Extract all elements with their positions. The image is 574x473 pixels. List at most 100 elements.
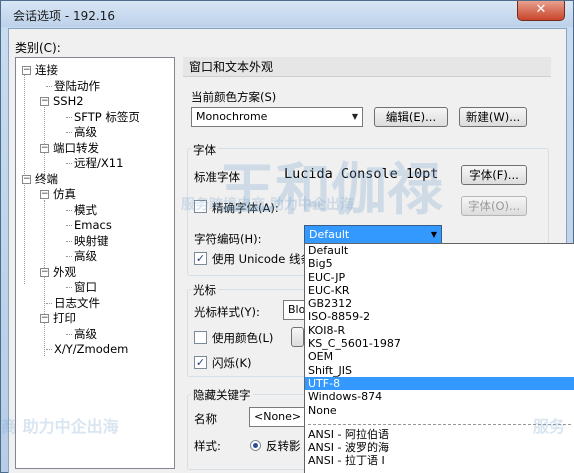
encoding-value: Default	[309, 228, 350, 241]
encoding-label: 字符编码(H):	[194, 232, 262, 246]
sidebar-item-label: 高级	[74, 125, 97, 139]
section-title: 窗口和文本外观	[183, 57, 551, 77]
tree-connector	[66, 287, 72, 288]
tree-connector	[46, 85, 52, 87]
sidebar-item-label: SFTP 标签页	[74, 109, 140, 124]
reverse-video-radio[interactable]	[250, 440, 261, 451]
sidebar-item-emacs[interactable]: Emacs	[66, 217, 112, 233]
collapse-icon[interactable]: −	[22, 66, 31, 75]
sidebar-item-label: Emacs	[74, 218, 112, 232]
sidebar-item-ssh2-advanced[interactable]: 高级	[66, 124, 97, 140]
tree-connector	[66, 256, 72, 257]
blink-checkbox[interactable]: ✓	[194, 356, 207, 369]
encoding-option[interactable]: KS_C_5601-1987	[305, 337, 574, 350]
encoding-option[interactable]: Big5	[305, 257, 574, 270]
encoding-option[interactable]: ANSI - 波罗的海	[305, 441, 574, 454]
sidebar-item-terminal[interactable]: − 终端	[22, 171, 58, 187]
tree-connector	[66, 240, 72, 242]
encoding-option[interactable]: GB2312	[305, 297, 574, 310]
cursor-style-value: Bloc	[288, 303, 305, 316]
sidebar-item-window[interactable]: 窗口	[66, 279, 97, 295]
encoding-option[interactable]: EUC-JP	[305, 271, 574, 284]
tree-connector	[66, 209, 72, 211]
use-color-label: 使用颜色(L)	[212, 331, 274, 345]
encoding-option[interactable]: Windows-874	[305, 390, 574, 403]
sidebar-item-label: 终端	[35, 171, 58, 186]
sidebar-item-label: 高级	[74, 326, 97, 341]
category-tree[interactable]: − 连接 登陆动作 − SSH2 SFTP 标签页 高级 − 端口转发 远程/X11− 终端 − 仿真模…	[15, 57, 175, 469]
new-scheme-button[interactable]: 新建(W)...	[459, 107, 527, 127]
sidebar-item-login-actions[interactable]: 登陆动作	[46, 78, 100, 94]
keyword-name-value: <None>	[254, 410, 302, 423]
color-scheme-label: 当前颜色方案(S)	[191, 90, 277, 104]
encoding-option[interactable]: Shift_JIS	[305, 364, 574, 377]
sidebar-item-xyzmodem[interactable]: X/Y/Zmodem	[46, 341, 129, 357]
edit-scheme-button[interactable]: 编辑(E)...	[374, 107, 448, 127]
tree-connector	[66, 333, 72, 335]
title-bar: 会话选项 - 192.16 ✕	[1, 1, 573, 27]
sidebar-item-appearance[interactable]: − 外观	[40, 264, 76, 280]
encoding-option[interactable]: ANSI - 拉丁语 I	[305, 454, 574, 467]
sidebar-item-log-file[interactable]: 日志文件	[46, 295, 100, 311]
sidebar-item-ssh2[interactable]: − SSH2	[40, 93, 84, 109]
reverse-video-label: 反转影	[266, 439, 301, 453]
tree-connector	[66, 132, 72, 133]
encoding-option[interactable]: ISO-8859-2	[305, 310, 574, 323]
encoding-option[interactable]: OEM	[305, 350, 574, 363]
font-group-title: 字体	[191, 142, 218, 158]
session-options-window: 会话选项 - 192.16 ✕ 类别(C): − 连接 登陆动作 − SSH2 SFTP …	[0, 0, 574, 473]
tree-connector	[46, 302, 52, 304]
tree-connector	[66, 225, 72, 226]
sidebar-item-label: 仿真	[53, 187, 76, 201]
sidebar-item-label: 窗口	[74, 280, 97, 294]
sidebar-item-printing-advanced[interactable]: 高级	[66, 326, 97, 342]
precise-font-checkbox[interactable]	[194, 200, 207, 213]
keyword-name-select[interactable]: <None>	[249, 407, 305, 427]
sidebar-item-modes[interactable]: 模式	[66, 202, 97, 218]
encoding-option[interactable]: Default	[305, 244, 574, 257]
precise-font-button[interactable]: 字体(O)...	[461, 196, 527, 216]
collapse-icon[interactable]: −	[40, 143, 49, 153]
sidebar-item-label: SSH2	[53, 94, 84, 108]
encoding-option[interactable]: UTF-8	[305, 376, 574, 391]
encoding-dropdown-list[interactable]: Default Big5 EUC-JP EUC-KR GB2312 ISO-8859-2 K…	[304, 243, 574, 473]
sidebar-item-printing[interactable]: − 打印	[40, 310, 76, 326]
collapse-icon[interactable]: −	[40, 267, 49, 277]
collapse-icon[interactable]: −	[40, 314, 49, 323]
cursor-color-button[interactable]	[291, 327, 304, 347]
sidebar-item-remote-x11[interactable]: 远程/X11	[66, 155, 124, 171]
sidebar-item-label: 远程/X11	[74, 156, 124, 170]
sidebar-item-connection[interactable]: − 连接	[22, 62, 58, 78]
standard-font-value: Lucida Console 10pt	[284, 166, 439, 182]
use-color-checkbox[interactable]	[194, 331, 207, 344]
sidebar-item-label: X/Y/Zmodem	[54, 342, 129, 356]
sidebar-item-label: 高级	[74, 249, 97, 263]
color-scheme-select[interactable]: Monochrome ▼	[191, 107, 363, 127]
encoding-select[interactable]: Default ▼	[304, 225, 442, 245]
unicode-lines-checkbox[interactable]: ✓	[194, 252, 207, 265]
tree-connector	[46, 349, 52, 350]
sidebar-item-mapped-keys[interactable]: 映射键	[66, 233, 109, 249]
encoding-option[interactable]: EUC-KR	[305, 284, 574, 297]
sidebar-item-port-forwarding[interactable]: − 端口转发	[40, 140, 99, 156]
keyword-name-label: 名称	[194, 412, 217, 426]
encoding-option[interactable]: None	[305, 404, 574, 417]
collapse-icon[interactable]: −	[40, 190, 49, 199]
sidebar-item-sftp-tab[interactable]: SFTP 标签页	[66, 109, 140, 125]
chevron-down-icon: ▼	[430, 230, 437, 239]
encoding-option[interactable]: ANSI - 阿拉伯语	[305, 428, 574, 441]
standard-font-label: 标准字体	[194, 170, 240, 184]
collapse-icon[interactable]: −	[40, 97, 49, 106]
sidebar-item-label: 映射键	[74, 233, 109, 248]
category-label: 类别(C):	[15, 41, 61, 55]
cursor-style-select[interactable]: Bloc	[283, 300, 305, 320]
sidebar-item-label: 外观	[53, 264, 76, 279]
encoding-option[interactable]: KOI8-R	[305, 324, 574, 337]
sidebar-item-emulation-advanced[interactable]: 高级	[66, 248, 97, 264]
close-button[interactable]: ✕	[517, 1, 565, 21]
collapse-icon[interactable]: −	[22, 174, 31, 184]
sidebar-item-emulation[interactable]: − 仿真	[40, 186, 76, 202]
font-button[interactable]: 字体(F)...	[461, 165, 527, 185]
tree-connector	[66, 163, 72, 164]
sidebar-item-label: 端口转发	[53, 140, 99, 155]
